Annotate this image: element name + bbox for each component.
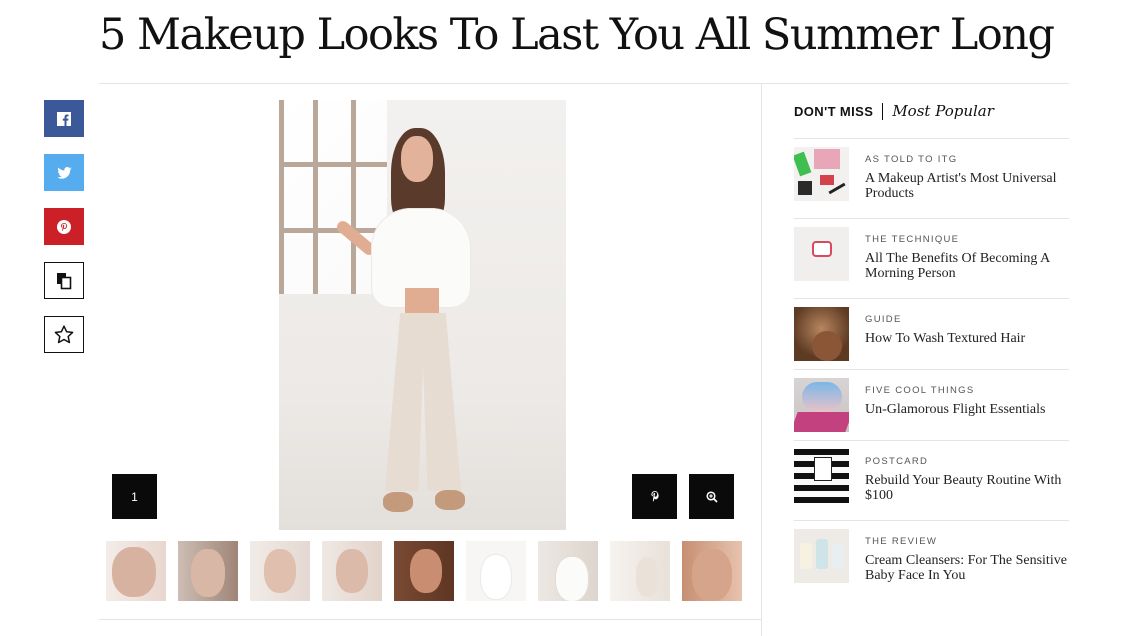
story-text: AS TOLD TO ITG A Makeup Artist's Most Un… [865, 147, 1069, 218]
gallery-main-photo[interactable] [279, 100, 566, 530]
story-thumbnail [794, 529, 849, 583]
story-text: GUIDE How To Wash Textured Hair [865, 307, 1025, 369]
story-thumbnail [794, 147, 849, 201]
story-item[interactable]: FIVE COOL THINGS Un-Glamorous Flight Ess… [794, 370, 1069, 441]
pinterest-icon [57, 219, 71, 234]
pinterest-icon [650, 491, 659, 502]
tab-most-popular[interactable]: Most Popular [892, 102, 994, 120]
twitter-icon [56, 166, 72, 179]
story-kicker: GUIDE [865, 314, 902, 325]
story-thumbnail [794, 227, 849, 281]
story-text: THE TECHNIQUE All The Benefits Of Becomi… [865, 227, 1069, 298]
facebook-share-button[interactable] [44, 100, 84, 137]
tab-separator [882, 102, 884, 120]
share-bar [44, 100, 84, 370]
gallery-thumbnail[interactable] [466, 541, 526, 601]
story-title[interactable]: A Makeup Artist's Most Universal Product… [865, 171, 1069, 201]
zoom-in-icon [705, 490, 718, 503]
gallery-thumbnail[interactable] [538, 541, 598, 601]
slide-counter: 1 [112, 474, 157, 519]
story-kicker: THE REVIEW [865, 536, 938, 547]
article-title: 5 Makeup Looks To Last You All Summer Lo… [99, 10, 1055, 60]
story-title[interactable]: Rebuild Your Beauty Routine With $100 [865, 473, 1069, 503]
photo-model [334, 128, 471, 528]
story-item[interactable]: GUIDE How To Wash Textured Hair [794, 299, 1069, 370]
star-icon [54, 325, 74, 344]
gallery-thumbnail[interactable] [322, 541, 382, 601]
story-item[interactable]: AS TOLD TO ITG A Makeup Artist's Most Un… [794, 139, 1069, 219]
story-item[interactable]: THE REVIEW Cream Cleansers: For The Sens… [794, 521, 1069, 601]
story-kicker: AS TOLD TO ITG [865, 154, 958, 165]
story-kicker: THE TECHNIQUE [865, 234, 960, 245]
zoom-photo-button[interactable] [689, 474, 734, 519]
story-kicker: POSTCARD [865, 456, 929, 467]
story-item[interactable]: THE TECHNIQUE All The Benefits Of Becomi… [794, 219, 1069, 299]
sidebar-divider [761, 84, 762, 636]
story-text: FIVE COOL THINGS Un-Glamorous Flight Ess… [865, 378, 1045, 440]
facebook-icon [57, 111, 71, 126]
story-thumbnail [794, 449, 849, 503]
story-thumbnail [794, 378, 849, 432]
story-title[interactable]: All The Benefits Of Becoming A Morning P… [865, 251, 1069, 281]
story-title[interactable]: How To Wash Textured Hair [865, 331, 1025, 346]
pin-photo-button[interactable] [632, 474, 677, 519]
gallery-thumbnail[interactable] [394, 541, 454, 601]
story-item[interactable]: POSTCARD Rebuild Your Beauty Routine Wit… [794, 441, 1069, 521]
sidebar-header: DON'T MISS Most Popular [794, 84, 1069, 139]
story-title[interactable]: Un-Glamorous Flight Essentials [865, 402, 1045, 417]
copy-link-button[interactable] [44, 262, 84, 299]
gallery-divider [99, 619, 761, 620]
gallery-thumbnail[interactable] [610, 541, 670, 601]
favorite-button[interactable] [44, 316, 84, 353]
story-text: POSTCARD Rebuild Your Beauty Routine Wit… [865, 449, 1069, 520]
copy-icon [57, 272, 72, 289]
story-thumbnail [794, 307, 849, 361]
tab-dont-miss[interactable]: DON'T MISS [794, 104, 873, 119]
gallery-thumbnails [106, 541, 754, 601]
story-kicker: FIVE COOL THINGS [865, 385, 975, 396]
gallery-thumbnail[interactable] [250, 541, 310, 601]
story-title[interactable]: Cream Cleansers: For The Sensitive Baby … [865, 553, 1069, 583]
twitter-share-button[interactable] [44, 154, 84, 191]
gallery-thumbnail[interactable] [682, 541, 742, 601]
story-text: THE REVIEW Cream Cleansers: For The Sens… [865, 529, 1069, 601]
gallery-thumbnail[interactable] [178, 541, 238, 601]
pinterest-share-button[interactable] [44, 208, 84, 245]
gallery-thumbnail[interactable] [106, 541, 166, 601]
sidebar: DON'T MISS Most Popular AS TOLD TO ITG A… [794, 84, 1069, 601]
